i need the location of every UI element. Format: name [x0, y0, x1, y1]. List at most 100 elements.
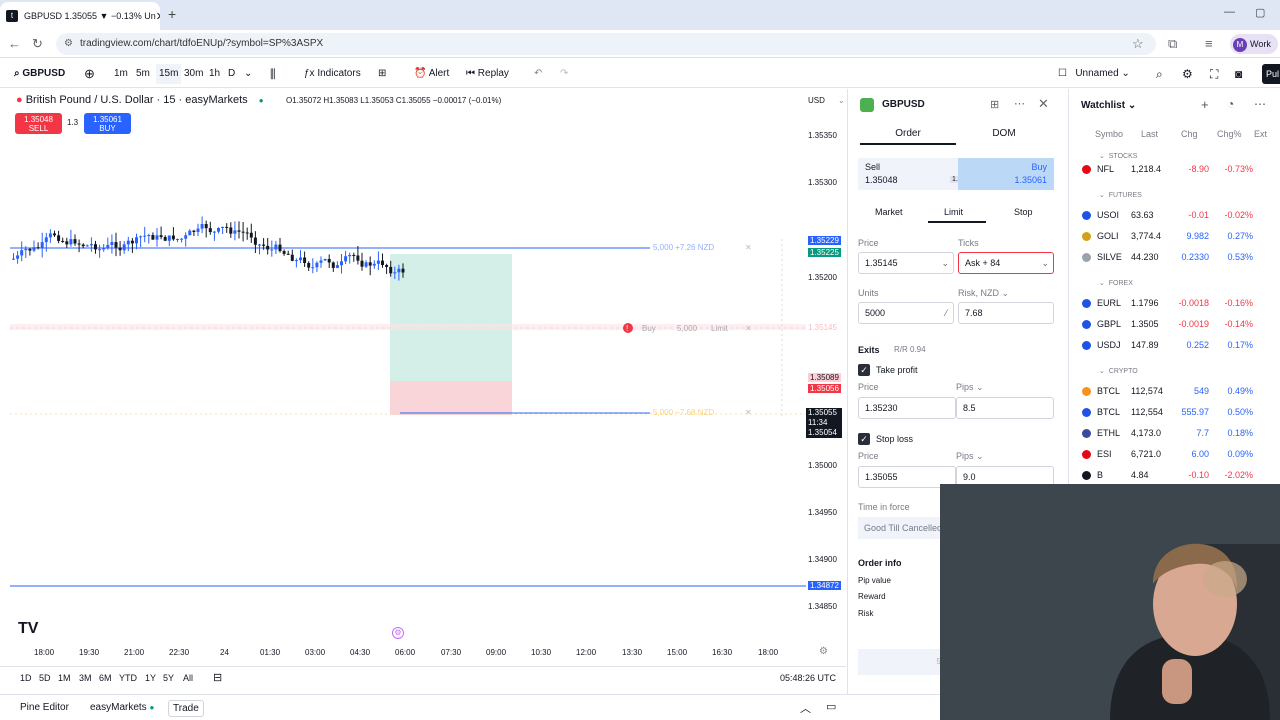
- units-input[interactable]: 5000 ⁄: [858, 302, 954, 324]
- range-1d[interactable]: 1D: [20, 673, 32, 683]
- redo-icon[interactable]: ↷: [560, 60, 568, 88]
- reload-icon[interactable]: ↻: [32, 36, 43, 52]
- order-label-type[interactable]: Limit: [711, 324, 729, 333]
- sl-close-icon[interactable]: ✕: [745, 408, 752, 417]
- section-crypto[interactable]: ⌄ CRYPTO: [1099, 367, 1138, 375]
- maximize-icon[interactable]: ▢: [1255, 6, 1265, 19]
- interval-1m[interactable]: 1m: [114, 60, 128, 88]
- ticks-dropdown-icon[interactable]: ⌄: [1041, 253, 1049, 273]
- watchlist-row[interactable]: GBPL 1.3505 -0.0019 -0.14%: [1069, 314, 1280, 334]
- watchlist-row[interactable]: EURL 1.1796 -0.0018 -0.16%: [1069, 293, 1280, 313]
- close-tab-icon[interactable]: ✕: [156, 10, 160, 23]
- watchlist-row[interactable]: ESI 6,721.0 6.00 0.09%: [1069, 444, 1280, 464]
- watchlist-more-icon[interactable]: ⋯: [1254, 97, 1266, 111]
- chart-type-icon[interactable]: ⫼: [270, 60, 276, 88]
- maximize-panel-icon[interactable]: ▭: [826, 700, 836, 713]
- pine-editor-tab[interactable]: Pine Editor: [20, 702, 69, 713]
- currency-label[interactable]: USD: [808, 96, 825, 105]
- order-buy-button[interactable]: Buy 1.35061: [958, 158, 1054, 190]
- order-label-qty[interactable]: 5,000: [677, 324, 698, 333]
- browser-tab[interactable]: t GBPUSD 1.35055 ▼ −0.13% Un ✕: [0, 2, 160, 30]
- tp-close-icon[interactable]: ✕: [745, 243, 752, 252]
- trade-tab[interactable]: Trade: [168, 700, 204, 717]
- fullscreen-icon[interactable]: ⛶: [1210, 60, 1218, 88]
- layout-icon[interactable]: ⊞: [990, 98, 999, 111]
- calculator-icon[interactable]: ⁄: [945, 303, 947, 323]
- extensions-icon[interactable]: ⧉: [1168, 36, 1177, 52]
- type-market[interactable]: Market: [875, 207, 903, 217]
- quick-buy-button[interactable]: 1.35061 BUY: [84, 113, 131, 134]
- range-5y[interactable]: 5Y: [163, 673, 174, 683]
- range-all[interactable]: All: [183, 673, 193, 683]
- back-icon[interactable]: ←: [8, 36, 21, 51]
- sl-label[interactable]: 5,000 −7.68 NZD: [653, 408, 714, 417]
- range-1y[interactable]: 1Y: [145, 673, 156, 683]
- news-marker-icon[interactable]: ⚙: [392, 627, 404, 639]
- templates-icon[interactable]: ⊞: [378, 60, 386, 88]
- watchlist-row[interactable]: SILVE 44.230 0.2330 0.53%: [1069, 247, 1280, 267]
- watchlist-row[interactable]: B 4.84 -0.10 -2.02%: [1069, 465, 1280, 485]
- section-futures[interactable]: ⌄ FUTURES: [1099, 191, 1142, 199]
- close-panel-icon[interactable]: ✕: [1038, 96, 1049, 112]
- bookmark-star-icon[interactable]: ☆: [1132, 36, 1144, 52]
- goto-date-icon[interactable]: ⊟: [213, 671, 222, 684]
- alert-button[interactable]: ⏰ Alert: [414, 60, 449, 88]
- more-icon[interactable]: ⋯: [1014, 97, 1025, 110]
- watchlist-row[interactable]: BTCL 112,554 555.97 0.50%: [1069, 402, 1280, 422]
- order-close-icon[interactable]: ✕: [745, 324, 752, 333]
- interval-1h[interactable]: 1h: [209, 60, 220, 88]
- menu-lines-icon[interactable]: ≡: [1205, 36, 1213, 51]
- broker-tab[interactable]: easyMarkets ●: [90, 702, 154, 713]
- stop-loss-checkbox[interactable]: ✓: [858, 433, 870, 445]
- col-ext[interactable]: Ext: [1254, 129, 1267, 139]
- currency-dropdown-icon[interactable]: ⌄: [838, 96, 845, 105]
- col-chg[interactable]: Chg: [1181, 129, 1198, 139]
- interval-d[interactable]: D: [228, 60, 235, 88]
- watchlist-row[interactable]: ETHL 4,173.0 7.7 0.18%: [1069, 423, 1280, 443]
- order-label-buy[interactable]: Buy: [642, 324, 656, 333]
- undo-icon[interactable]: ↶: [534, 60, 542, 88]
- tp-label[interactable]: 5,000 +7.26 NZD: [653, 243, 714, 252]
- snapshot-camera-icon[interactable]: ◙: [1235, 60, 1242, 88]
- chart-pane[interactable]: 5,000 +7.26 NZD ✕ ! Buy 5,000 Limit ✕ 5,…: [0, 89, 846, 661]
- section-forex[interactable]: ⌄ FOREX: [1099, 279, 1133, 287]
- watchlist-row[interactable]: BTCL 112,574 549 0.49%: [1069, 381, 1280, 401]
- interval-30m[interactable]: 30m: [184, 60, 203, 88]
- time-axis[interactable]: 18:00 19:30 21:00 22:30 24 01:30 03:00 0…: [0, 644, 846, 662]
- col-symbol[interactable]: Symbo: [1095, 129, 1123, 139]
- price-input[interactable]: 1.35145 ⌄: [858, 252, 954, 274]
- price-chart[interactable]: 5,000 +7.26 NZD ✕ ! Buy 5,000 Limit ✕ 5,…: [0, 89, 846, 661]
- tp-price-input[interactable]: 1.35230: [858, 397, 956, 419]
- col-last[interactable]: Last: [1141, 129, 1158, 139]
- tp-pips-input[interactable]: 8.5: [956, 397, 1054, 419]
- add-symbol-icon[interactable]: +: [1201, 97, 1209, 112]
- minimize-icon[interactable]: —: [1224, 6, 1235, 18]
- take-profit-checkbox[interactable]: ✓: [858, 364, 870, 376]
- collapse-panel-icon[interactable]: ︿: [800, 700, 811, 716]
- range-1m[interactable]: 1M: [58, 673, 71, 683]
- range-ytd[interactable]: YTD: [119, 673, 137, 683]
- type-limit[interactable]: Limit: [944, 207, 963, 217]
- sl-pips-label[interactable]: Pips ⌄: [956, 451, 984, 462]
- price-dropdown-icon[interactable]: ⌄: [941, 253, 949, 273]
- tab-order[interactable]: Order: [860, 125, 956, 145]
- range-5d[interactable]: 5D: [39, 673, 51, 683]
- tp-pips-label[interactable]: Pips ⌄: [956, 382, 984, 393]
- axis-settings-icon[interactable]: ⚙: [819, 646, 828, 657]
- profile-button[interactable]: M Work: [1230, 34, 1278, 54]
- interval-dropdown-icon[interactable]: ⌄: [244, 60, 252, 88]
- advanced-view-icon[interactable]: ◔: [1227, 97, 1234, 111]
- utc-clock[interactable]: 05:48:26 UTC: [780, 673, 836, 683]
- interval-5m[interactable]: 5m: [136, 60, 150, 88]
- watchlist-row[interactable]: GOLI 3,774.4 9.982 0.27%: [1069, 226, 1280, 246]
- symbol-search[interactable]: ⌕ GBPUSD: [14, 60, 65, 88]
- replay-button[interactable]: ⏮ Replay: [466, 60, 509, 88]
- url-field[interactable]: ⚙ tradingview.com/chart/tdfoENUp/?symbol…: [56, 33, 1156, 55]
- quick-search-icon[interactable]: ⌕: [1156, 60, 1163, 88]
- col-chg-pct[interactable]: Chg%: [1217, 129, 1242, 139]
- interval-15m[interactable]: 15m: [156, 64, 182, 84]
- range-6m[interactable]: 6M: [99, 673, 112, 683]
- watchlist-row[interactable]: USOI 63.63 -0.01 -0.02%: [1069, 205, 1280, 225]
- compare-add-icon[interactable]: ⊕: [84, 60, 95, 88]
- indicators-button[interactable]: ƒx Indicators: [304, 60, 361, 88]
